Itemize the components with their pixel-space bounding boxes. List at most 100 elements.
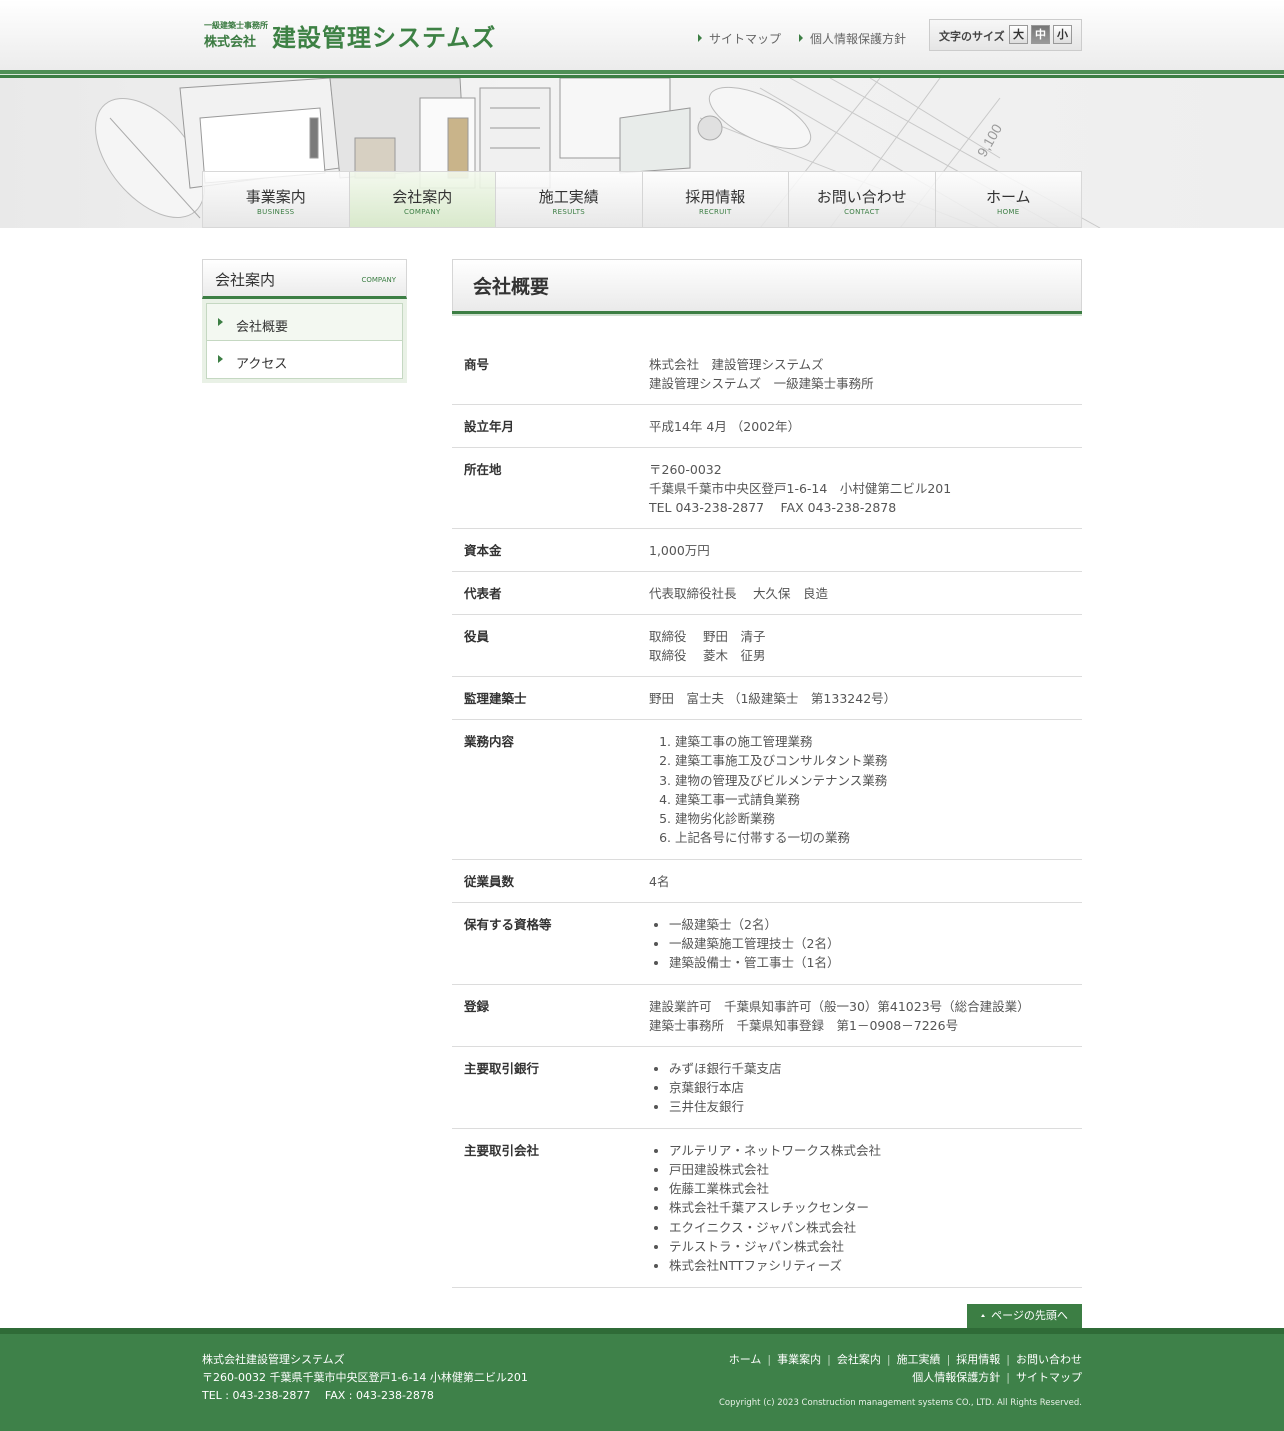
page-top-label: ページの先頭へ: [991, 1309, 1068, 1322]
footer-link[interactable]: 採用情報: [956, 1353, 1000, 1366]
row-value: 株式会社 建設管理システムズ建設管理システムズ 一級建築士事務所: [637, 343, 1082, 405]
side-menu-title: 会社案内: [215, 271, 276, 289]
arrow-right-icon: [218, 355, 223, 363]
list-item: みずほ銀行千葉支店: [669, 1059, 1074, 1078]
value-line: 建設管理システムズ 一級建築士事務所: [649, 376, 874, 391]
footer-link[interactable]: サイトマップ: [1016, 1371, 1082, 1384]
footer-link[interactable]: ホーム: [729, 1353, 762, 1366]
table-row: 従業員数 4名: [452, 859, 1082, 903]
site-logo[interactable]: 一級建築士事務所 株式会社 建設管理システムズ: [204, 18, 495, 52]
site-footer: 株式会社建設管理システムズ 〒260-0032 千葉県千葉市中央区登戸1-6-1…: [0, 1328, 1284, 1431]
table-row: 業務内容 建築工事の施工管理業務建築工事施工及びコンサルタント業務建物の管理及びビ…: [452, 720, 1082, 860]
value-line: 平成14年 4月 （2002年）: [649, 419, 801, 434]
privacy-policy-link[interactable]: 個人情報保護方針: [799, 30, 906, 47]
nav-sublabel: RECRUIT: [698, 208, 732, 216]
copyright: Copyright (c) 2023 Construction manageme…: [718, 1398, 1082, 1408]
footer-link[interactable]: 施工実績: [897, 1353, 941, 1366]
nav-label: ホーム: [985, 188, 1031, 206]
footer-link[interactable]: 個人情報保護方針: [912, 1371, 1000, 1384]
nav-results[interactable]: 施工実績 RESULTS: [496, 172, 643, 227]
separator: |: [1006, 1353, 1010, 1366]
font-size-small-button[interactable]: 小: [1053, 25, 1072, 44]
row-label: 主要取引会社: [464, 1142, 540, 1158]
value-line: 建築士事務所 千葉県知事登録 第1－0908－7226号: [649, 1017, 959, 1033]
footer-tel-fax: TEL : 043-238-2877 FAX : 043-238-2878: [202, 1389, 434, 1402]
value-line: 建設業許可 千葉県知事許可（般一30）第41023号（総合建設業）: [649, 998, 1030, 1014]
font-size-medium-button[interactable]: 中: [1031, 25, 1050, 44]
separator: |: [886, 1353, 891, 1366]
footer-company-info: 株式会社建設管理システムズ 〒260-0032 千葉県千葉市中央区登戸1-6-1…: [202, 1351, 528, 1405]
footer-link[interactable]: 事業案内: [777, 1353, 821, 1366]
value-line: 4名: [649, 873, 670, 889]
list-item: 建物の管理及びビルメンテナンス業務: [675, 771, 1074, 790]
row-value: 建築工事の施工管理業務建築工事施工及びコンサルタント業務建物の管理及びビルメンテ…: [637, 720, 1082, 860]
list-item: アルテリア・ネットワークス株式会社: [669, 1141, 1074, 1160]
footer-nav: ホーム | 事業案内 | 会社案内 | 施工実績 | 採用情報 | お問い合わせ 個人情報保護方針 |…: [729, 1351, 1082, 1387]
list-item: 建築工事施工及びコンサルタント業務: [675, 751, 1074, 770]
global-nav: 事業案内 BUSINESS 会社案内 COMPANY 施工実績 RESULTS …: [202, 171, 1082, 228]
value-line: 株式会社 建設管理システムズ: [649, 357, 824, 372]
site-header: 一級建築士事務所 株式会社 建設管理システムズ サイトマップ 個人情報保護方針 …: [0, 0, 1284, 70]
row-label: 設立年月: [464, 419, 515, 434]
side-menu-list: 会社概要 アクセス: [202, 299, 407, 383]
row-value: 野田 富士夫 （1級建築士 第133242号）: [637, 677, 1082, 720]
page-top-button[interactable]: ページの先頭へ: [967, 1304, 1082, 1328]
nav-contact[interactable]: お問い合わせ CONTACT: [789, 172, 936, 227]
side-menu-subtitle: COMPANY: [361, 276, 396, 284]
list-item: 三井住友銀行: [669, 1097, 1074, 1116]
nav-label: 施工実績: [538, 188, 599, 206]
value-line: 千葉県千葉市中央区登戸1-6-14 小村健第二ビル201: [649, 481, 952, 496]
list-item: 建築工事の施工管理業務: [675, 732, 1074, 751]
footer-address: 〒260-0032 千葉県千葉市中央区登戸1-6-14 小林健第二ビル201: [202, 1371, 528, 1384]
list-item: 建築設備士・管工事士（1名）: [669, 953, 1074, 972]
row-label: 登録: [464, 998, 490, 1014]
list-item: 上記各号に付帯する一切の業務: [675, 828, 1074, 847]
value-line: 野田 富士夫 （1級建築士 第133242号）: [649, 691, 897, 706]
row-value: 建設業許可 千葉県知事許可（般一30）第41023号（総合建設業） 建築士事務所 …: [637, 984, 1082, 1046]
list-item: 株式会社千葉アスレチックセンター: [669, 1198, 1074, 1217]
list-item: 建物劣化診断業務: [675, 809, 1074, 828]
list-item: 株式会社NTTファシリティーズ: [669, 1256, 1074, 1275]
row-label: 代表者: [464, 586, 502, 601]
row-value: 一級建築士（2名）一級建築施工管理技士（2名）建築設備士・管工事士（1名）: [637, 902, 1082, 984]
nav-company[interactable]: 会社案内 COMPANY: [349, 172, 496, 227]
footer-nav-row: ホーム | 事業案内 | 会社案内 | 施工実績 | 採用情報 | お問い合わせ: [729, 1351, 1082, 1369]
value-line: 取締役 野田 清子: [649, 629, 766, 644]
font-size-large-button[interactable]: 大: [1009, 25, 1028, 44]
sitemap-link[interactable]: サイトマップ: [698, 30, 781, 47]
row-value: 4名: [637, 859, 1082, 902]
row-value: 平成14年 4月 （2002年）: [637, 405, 1082, 448]
table-row: 資本金 1,000万円: [452, 529, 1082, 572]
side-item-label: アクセス: [236, 357, 288, 372]
list-item: 京葉銀行本店: [669, 1078, 1074, 1097]
page-title: 会社概要: [473, 276, 550, 298]
nav-sublabel: HOME: [997, 208, 1020, 216]
table-row: 保有する資格等 一級建築士（2名）一級建築施工管理技士（2名）建築設備士・管工事士…: [452, 902, 1082, 985]
row-label: 業務内容: [464, 734, 515, 749]
side-item-access[interactable]: アクセス: [206, 341, 403, 379]
side-item-label: 会社概要: [236, 320, 289, 335]
footer-link[interactable]: 会社案内: [837, 1353, 881, 1366]
separator: |: [946, 1353, 951, 1366]
separator: |: [767, 1353, 772, 1366]
footer-link[interactable]: お問い合わせ: [1016, 1353, 1082, 1366]
side-item-company-overview[interactable]: 会社概要: [206, 303, 403, 341]
nav-recruit[interactable]: 採用情報 RECRUIT: [642, 172, 789, 227]
row-label: 従業員数: [464, 873, 515, 889]
value-line: 〒260-0032: [649, 462, 722, 477]
table-row: 代表者 代表取締役社長 大久保 良造: [452, 572, 1082, 615]
nav-label: 事業案内: [245, 188, 306, 206]
row-label: 商号: [464, 357, 490, 372]
footer-nav-row: 個人情報保護方針 | サイトマップ: [729, 1369, 1082, 1387]
list-item: 建築工事一式請負業務: [675, 790, 1074, 809]
nav-business[interactable]: 事業案内 BUSINESS: [203, 172, 350, 227]
row-label: 主要取引銀行: [464, 1060, 540, 1076]
row-label: 保有する資格等: [464, 916, 552, 932]
logo-company-type: 株式会社: [204, 35, 257, 50]
table-row: 所在地 〒260-0032 千葉県千葉市中央区登戸1-6-14 小村健第二ビル201…: [452, 448, 1082, 529]
side-menu: 会社案内 COMPANY 会社概要 アクセス: [202, 259, 407, 383]
nav-home[interactable]: ホーム HOME: [935, 172, 1081, 227]
row-value: 1,000万円: [637, 529, 1082, 572]
list-item: 一級建築施工管理技士（2名）: [669, 934, 1074, 953]
row-label: 監理建築士: [464, 691, 527, 706]
